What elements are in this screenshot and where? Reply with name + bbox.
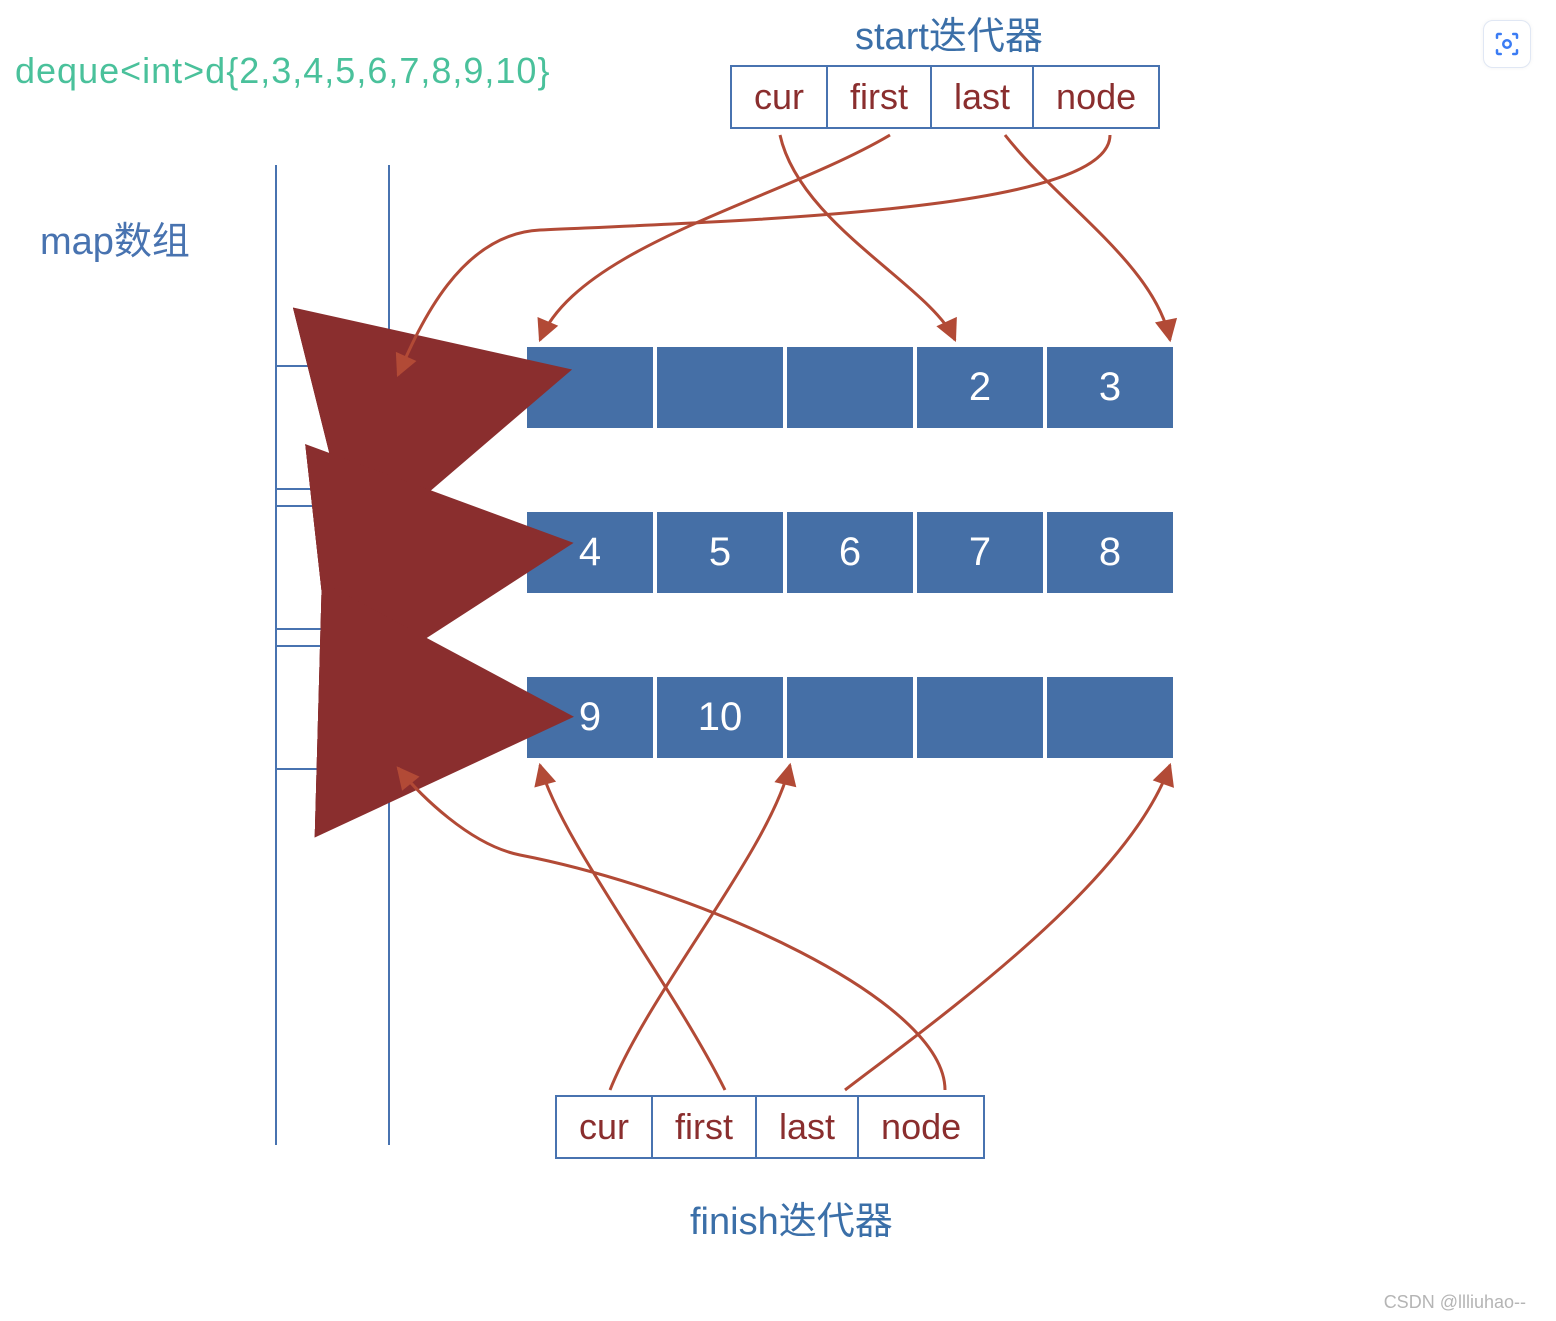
buffer-cell (655, 345, 785, 430)
buffer-cell: 4 (525, 510, 655, 595)
start-iterator-title: start迭代器 (855, 5, 1043, 60)
finish-iterator-title: finish迭代器 (690, 1190, 893, 1245)
buffer-cell (1045, 675, 1175, 760)
finish-iterator-field-last: last (757, 1097, 859, 1157)
buffer-cell (525, 345, 655, 430)
map-slot-2 (277, 645, 388, 770)
buffer-cell: 7 (915, 510, 1045, 595)
buffer-cell: 8 (1045, 510, 1175, 595)
finish-iterator-box: cur first last node (555, 1095, 985, 1159)
buffer-row-1: 4 5 6 7 8 (525, 510, 1175, 595)
buffer-cell: 2 (915, 345, 1045, 430)
buffer-cell: 10 (655, 675, 785, 760)
map-slot-1 (277, 505, 388, 630)
start-iterator-box: cur first last node (730, 65, 1160, 129)
start-iterator-field-cur: cur (732, 67, 828, 127)
buffer-row-2: 9 10 (525, 675, 1175, 760)
map-slot-0 (277, 365, 388, 490)
capture-icon[interactable] (1483, 20, 1531, 68)
map-array-column (275, 165, 390, 1145)
finish-iterator-field-cur: cur (557, 1097, 653, 1157)
buffer-cell (785, 675, 915, 760)
finish-iterator-field-first: first (653, 1097, 757, 1157)
buffer-row-0: 2 3 (525, 345, 1175, 430)
start-iterator-field-node: node (1034, 67, 1158, 127)
start-iterator-field-last: last (932, 67, 1034, 127)
watermark-text: CSDN @llliuhao-- (1384, 1292, 1526, 1313)
buffer-cell: 9 (525, 675, 655, 760)
buffer-cell: 3 (1045, 345, 1175, 430)
deque-declaration-text: deque<int>d{2,3,4,5,6,7,8,9,10} (15, 50, 550, 92)
start-iterator-field-first: first (828, 67, 932, 127)
buffer-cell: 5 (655, 510, 785, 595)
buffer-cell: 6 (785, 510, 915, 595)
buffer-cell (915, 675, 1045, 760)
finish-iterator-field-node: node (859, 1097, 983, 1157)
map-array-label: map数组 (40, 210, 190, 265)
buffer-cell (785, 345, 915, 430)
